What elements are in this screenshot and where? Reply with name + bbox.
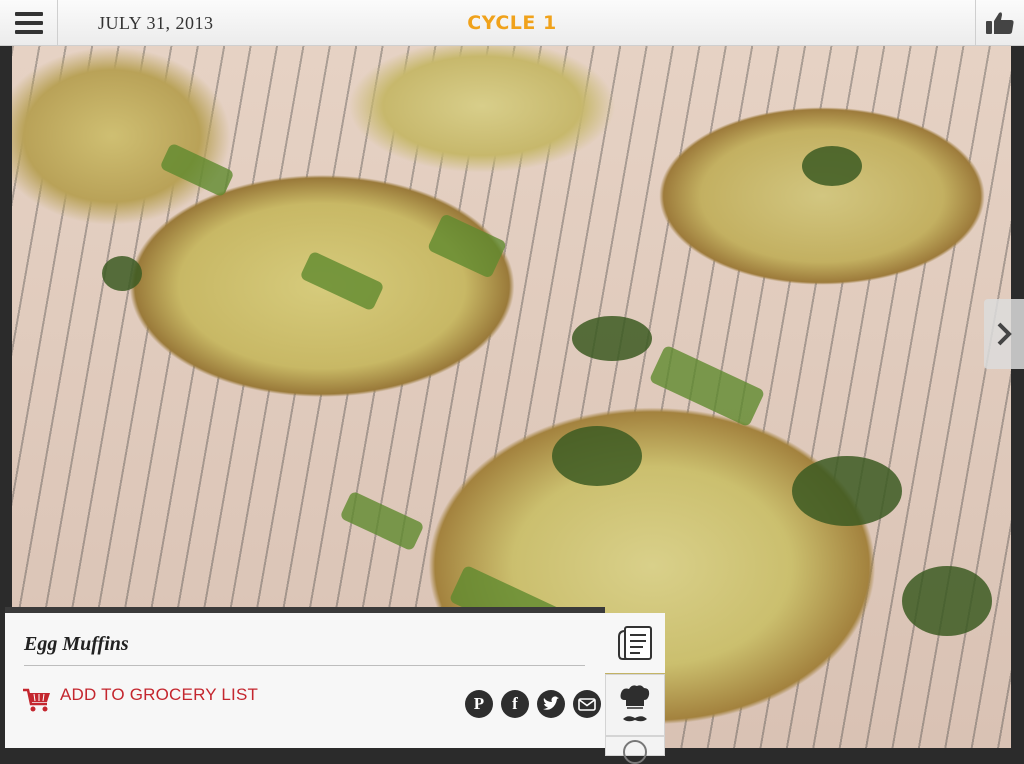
- green-pepper-piece: [159, 142, 235, 198]
- facebook-icon: f: [512, 694, 518, 713]
- recipe-title: Egg Muffins: [24, 633, 129, 655]
- broccoli-floret: [572, 316, 652, 361]
- broccoli-floret: [802, 146, 862, 186]
- hamburger-menu-icon: [14, 12, 43, 34]
- broccoli-floret: [792, 456, 902, 526]
- green-pepper-piece: [339, 490, 425, 552]
- divider: [24, 665, 585, 666]
- add-to-grocery-list-button[interactable]: ADD TO GROCERY LIST: [22, 685, 259, 713]
- facebook-button[interactable]: f: [501, 690, 529, 718]
- thumbs-up-icon: [986, 12, 1014, 35]
- twitter-button[interactable]: [537, 690, 565, 718]
- post-date: JULY 31, 2013: [98, 13, 214, 33]
- email-icon: [578, 697, 596, 711]
- more-icon: [623, 740, 647, 764]
- chevron-right-icon: [997, 322, 1012, 346]
- shopping-cart-icon: [23, 688, 50, 712]
- chef-icon: [620, 685, 650, 722]
- recipe-card-button[interactable]: [605, 613, 665, 673]
- broccoli-floret: [902, 566, 992, 636]
- email-button[interactable]: [573, 690, 601, 718]
- grocery-list-label: ADD TO GROCERY LIST: [60, 685, 259, 704]
- pinterest-icon: P: [473, 694, 485, 713]
- more-button[interactable]: [605, 736, 665, 764]
- like-button[interactable]: [975, 0, 1024, 46]
- green-pepper-piece: [299, 250, 385, 312]
- green-pepper-piece: [648, 344, 766, 428]
- top-header: JULY 31, 2013 CYCLE 1: [0, 0, 1024, 46]
- green-pepper-piece: [426, 213, 508, 279]
- chef-button[interactable]: [605, 674, 665, 736]
- broccoli-floret: [552, 426, 642, 486]
- broccoli-floret: [102, 256, 142, 291]
- twitter-icon: [543, 696, 559, 710]
- pinterest-button[interactable]: P: [465, 690, 493, 718]
- menu-button[interactable]: [0, 0, 58, 46]
- next-recipe-button[interactable]: [984, 299, 1024, 369]
- recipe-card-icon: [618, 626, 652, 660]
- recipe-panel: Egg Muffins ADD TO GROCERY LIST P f: [5, 613, 605, 748]
